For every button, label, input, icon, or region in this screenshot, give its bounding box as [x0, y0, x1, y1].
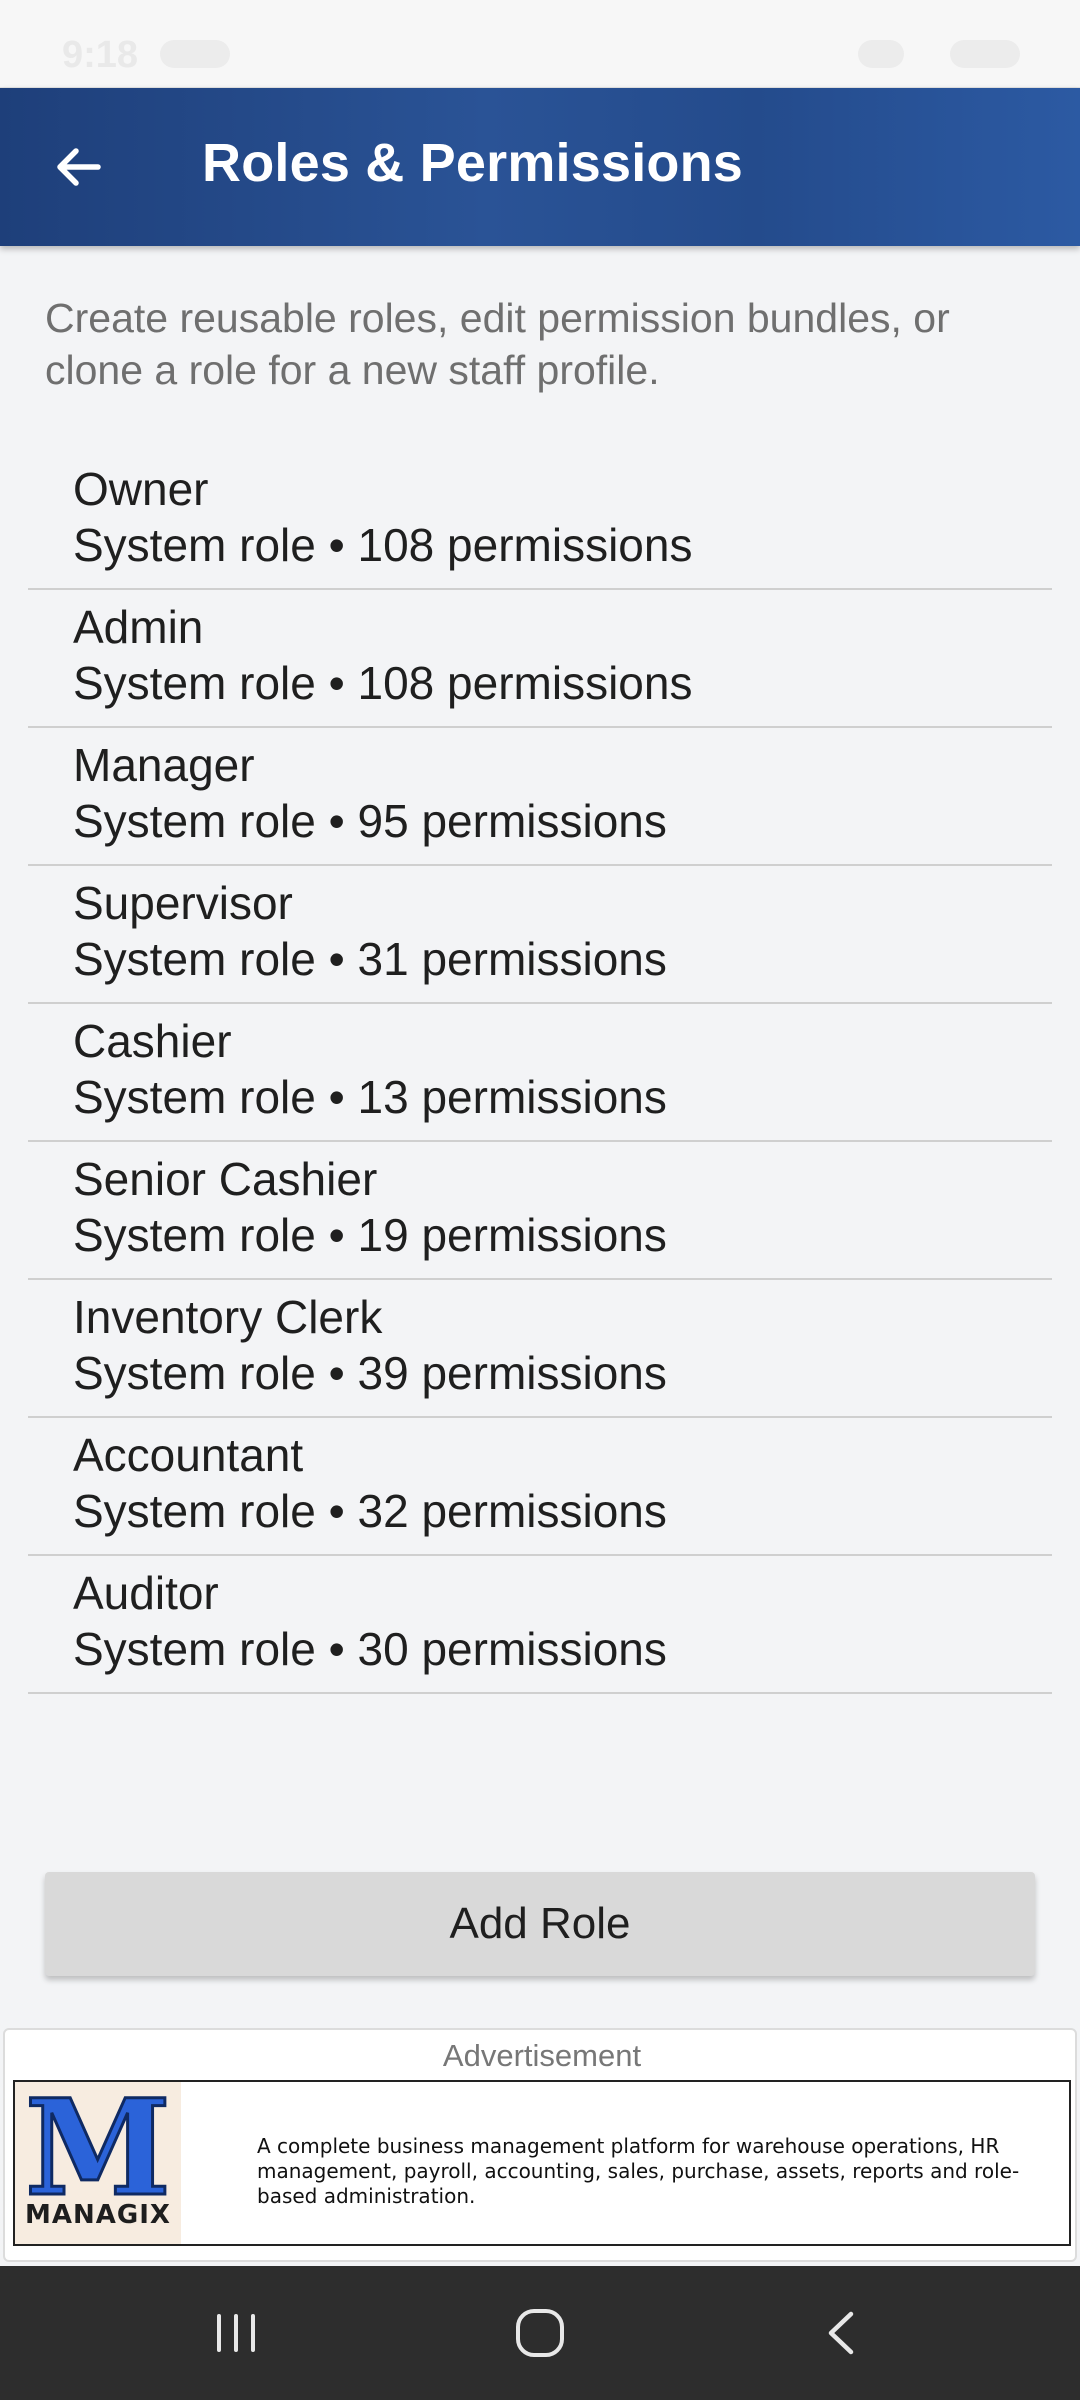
- role-item-owner[interactable]: Owner System role • 108 permissions: [28, 452, 1052, 590]
- role-name: Manager: [73, 739, 255, 791]
- advertisement-banner[interactable]: M MANAGIX A complete business management…: [13, 2070, 1071, 2246]
- role-name: Owner: [73, 463, 209, 515]
- network-icon: [858, 40, 904, 68]
- advertisement-text: A complete business management platform …: [257, 2134, 1020, 2208]
- role-item-supervisor[interactable]: Supervisor System role • 31 permissions: [28, 866, 1052, 1004]
- role-name: Inventory Clerk: [73, 1291, 383, 1343]
- role-item-cashier[interactable]: Cashier System role • 13 permissions: [28, 1004, 1052, 1142]
- system-nav-bar: [0, 2266, 1080, 2400]
- role-item-inventory-clerk[interactable]: Inventory Clerk System role • 39 permiss…: [28, 1280, 1052, 1418]
- role-meta: System role • 108 permissions: [73, 519, 693, 571]
- home-button[interactable]: [480, 2286, 600, 2380]
- role-item-senior-cashier[interactable]: Senior Cashier System role • 19 permissi…: [28, 1142, 1052, 1280]
- page-description: Create reusable roles, edit permission b…: [45, 295, 950, 393]
- role-meta: System role • 19 permissions: [73, 1209, 667, 1261]
- managix-logo: M MANAGIX: [15, 2070, 181, 2244]
- role-meta: System role • 32 permissions: [73, 1485, 667, 1537]
- role-meta: System role • 95 permissions: [73, 795, 667, 847]
- managix-logo-mark: M: [23, 2070, 172, 2228]
- advertisement-panel: Advertisement M MANAGIX A complete busin…: [3, 2028, 1077, 2262]
- role-list: Owner System role • 108 permissions Admi…: [28, 452, 1052, 1694]
- managix-logo-word: MANAGIX: [25, 2200, 171, 2230]
- role-item-auditor[interactable]: Auditor System role • 30 permissions: [28, 1556, 1052, 1694]
- role-item-manager[interactable]: Manager System role • 95 permissions: [28, 728, 1052, 866]
- role-name: Accountant: [73, 1429, 304, 1481]
- app-bar: Roles & Permissions: [0, 88, 1080, 246]
- recent-apps-icon: [217, 2314, 255, 2352]
- role-meta: System role • 108 permissions: [73, 657, 693, 709]
- role-name: Senior Cashier: [73, 1153, 378, 1205]
- system-back-button[interactable]: [782, 2286, 902, 2380]
- add-role-button[interactable]: Add Role: [45, 1872, 1035, 1976]
- home-circle-icon: [516, 2309, 564, 2357]
- role-name: Supervisor: [73, 877, 293, 929]
- recent-apps-button[interactable]: [176, 2286, 296, 2380]
- role-item-admin[interactable]: Admin System role • 108 permissions: [28, 590, 1052, 728]
- back-button[interactable]: [30, 124, 126, 210]
- role-meta: System role • 30 permissions: [73, 1623, 667, 1675]
- role-meta: System role • 31 permissions: [73, 933, 667, 985]
- svg-text:M: M: [25, 2082, 171, 2202]
- status-icons-left: [160, 40, 230, 68]
- role-name: Admin: [73, 601, 204, 653]
- status-bar: 9:18: [0, 0, 1080, 88]
- role-name: Auditor: [73, 1567, 219, 1619]
- status-time: 9:18: [62, 34, 139, 76]
- battery-icon: [950, 40, 1020, 68]
- arrow-left-icon: [57, 148, 101, 186]
- back-chevron-icon: [828, 2311, 854, 2355]
- role-meta: System role • 13 permissions: [73, 1071, 667, 1123]
- role-name: Cashier: [73, 1015, 232, 1067]
- role-meta: System role • 39 permissions: [73, 1347, 667, 1399]
- page-title: Roles & Permissions: [202, 133, 744, 193]
- advertisement-label: Advertisement: [442, 2038, 642, 2073]
- role-item-accountant[interactable]: Accountant System role • 32 permissions: [28, 1418, 1052, 1556]
